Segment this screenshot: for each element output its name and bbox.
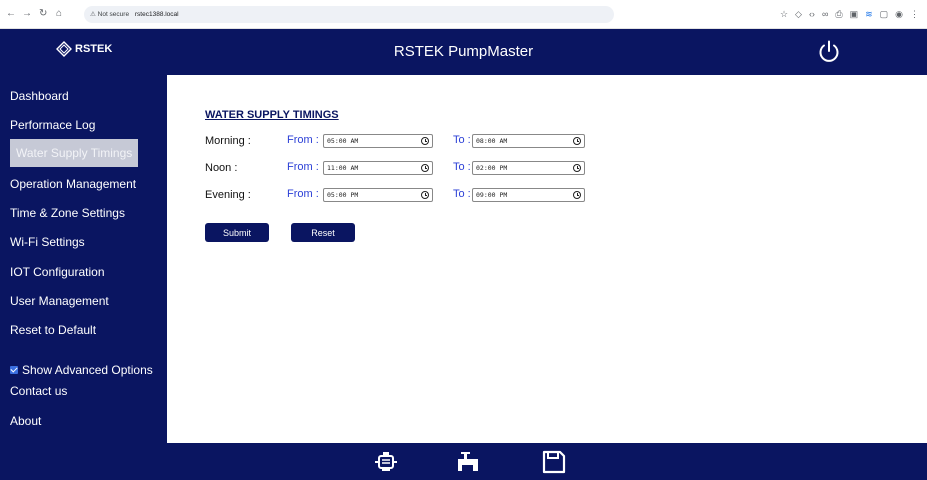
url-text: rstec1388.local — [134, 11, 179, 18]
warning-icon: ⚠ — [90, 11, 96, 18]
sidebar-item-water-supply-timings[interactable]: Water Supply Timings — [10, 139, 139, 167]
row-label: Noon : — [205, 162, 238, 174]
tap-icon[interactable] — [455, 449, 481, 475]
sidebar-item-wifi-settings[interactable]: Wi-Fi Settings — [10, 235, 85, 249]
morning-to-time-input[interactable]: 08:00 AM — [472, 134, 585, 148]
row-label: Evening : — [205, 189, 251, 201]
sidebar: Dashboard Performace Log Water Supply Ti… — [0, 75, 167, 480]
back-icon[interactable]: ← — [6, 9, 16, 19]
footer-bar — [0, 443, 927, 480]
advanced-options-toggle[interactable]: Show Advanced Options — [10, 363, 153, 377]
address-bar[interactable]: ⚠ Not secure rstec1388.local — [84, 6, 614, 23]
browser-toolbar: ← → ↻ ⌂ ⚠ Not secure rstec1388.local ☆ ◇… — [0, 0, 927, 29]
sidebar-item-dashboard[interactable]: Dashboard — [10, 89, 69, 103]
submit-button[interactable]: Submit — [205, 223, 269, 242]
profile-icon[interactable]: ◉ — [895, 8, 903, 20]
sidebar-item-operation-management[interactable]: Operation Management — [10, 177, 136, 191]
sidebar-item-reset-to-default[interactable]: Reset to Default — [10, 323, 96, 337]
sidebar-item-performance-log[interactable]: Performace Log — [10, 118, 95, 132]
from-label: From : — [287, 161, 319, 173]
timing-row-morning: Morning : From : 05:00 AM To : 08:00 AM — [205, 134, 905, 150]
evening-from-time-input[interactable]: 05:00 PM — [323, 188, 433, 202]
lock-icon[interactable]: ▣ — [850, 8, 859, 20]
advanced-options-label: Show Advanced Options — [22, 363, 153, 377]
bookmark-star-icon[interactable]: ☆ — [780, 8, 788, 20]
advanced-options-checkbox[interactable] — [10, 366, 18, 374]
clock-icon[interactable] — [573, 164, 581, 172]
timing-row-evening: Evening : From : 05:00 PM To : 09:00 PM — [205, 188, 905, 204]
row-label: Morning : — [205, 135, 251, 147]
code-icon[interactable]: ‹› — [809, 8, 815, 20]
to-label: To : — [453, 134, 471, 146]
reload-icon[interactable]: ↻ — [39, 9, 47, 19]
sidebar-item-about[interactable]: About — [10, 414, 41, 428]
sidebar-item-contact-us[interactable]: Contact us — [10, 384, 67, 398]
home-icon[interactable]: ⌂ — [56, 9, 62, 19]
evening-to-time-input[interactable]: 09:00 PM — [472, 188, 585, 202]
menu-icon[interactable]: ⋮ — [910, 8, 919, 20]
power-icon[interactable] — [817, 40, 841, 64]
clock-icon[interactable] — [421, 137, 429, 145]
time-value: 05:00 AM — [327, 137, 359, 145]
clock-icon[interactable] — [421, 164, 429, 172]
pump-icon[interactable] — [373, 449, 399, 475]
time-value: 09:00 PM — [476, 191, 508, 199]
time-value: 08:00 AM — [476, 137, 508, 145]
reset-button[interactable]: Reset — [291, 223, 355, 242]
to-label: To : — [453, 188, 471, 200]
tab-search-icon[interactable]: ▢ — [880, 8, 889, 20]
time-value: 02:00 PM — [476, 164, 508, 172]
from-label: From : — [287, 188, 319, 200]
clock-icon[interactable] — [573, 191, 581, 199]
page-title: RSTEK PumpMaster — [393, 43, 534, 60]
to-label: To : — [453, 161, 471, 173]
sidebar-item-iot-configuration[interactable]: IOT Configuration — [10, 265, 105, 279]
security-label: Not secure — [97, 11, 130, 18]
clock-icon[interactable] — [421, 191, 429, 199]
time-value: 05:00 PM — [327, 191, 359, 199]
extension-icon[interactable]: ◇ — [795, 8, 802, 20]
from-label: From : — [287, 134, 319, 146]
time-value: 11:00 AM — [327, 164, 359, 172]
clock-icon[interactable] — [573, 137, 581, 145]
forward-icon[interactable]: → — [22, 9, 32, 19]
main-content: WATER SUPPLY TIMINGS Morning : From : 05… — [167, 75, 927, 443]
save-icon[interactable] — [541, 449, 567, 475]
section-title: WATER SUPPLY TIMINGS — [205, 109, 339, 121]
morning-from-time-input[interactable]: 05:00 AM — [323, 134, 433, 148]
sidebar-item-time-zone-settings[interactable]: Time & Zone Settings — [10, 206, 125, 220]
translate-icon[interactable]: ≋ — [865, 8, 873, 20]
app-header: RSTEK RSTEK PumpMaster — [0, 29, 927, 75]
timing-row-noon: Noon : From : 11:00 AM To : 02:00 PM — [205, 161, 905, 177]
sidebar-item-user-management[interactable]: User Management — [10, 294, 109, 308]
extension-icons: ☆ ◇ ‹› ∞ ⎙ ▣ ≋ ▢ ◉ ⋮ — [780, 8, 919, 20]
noon-to-time-input[interactable]: 02:00 PM — [472, 161, 585, 175]
link-icon[interactable]: ∞ — [822, 8, 828, 20]
print-icon[interactable]: ⎙ — [835, 8, 842, 20]
noon-from-time-input[interactable]: 11:00 AM — [323, 161, 433, 175]
